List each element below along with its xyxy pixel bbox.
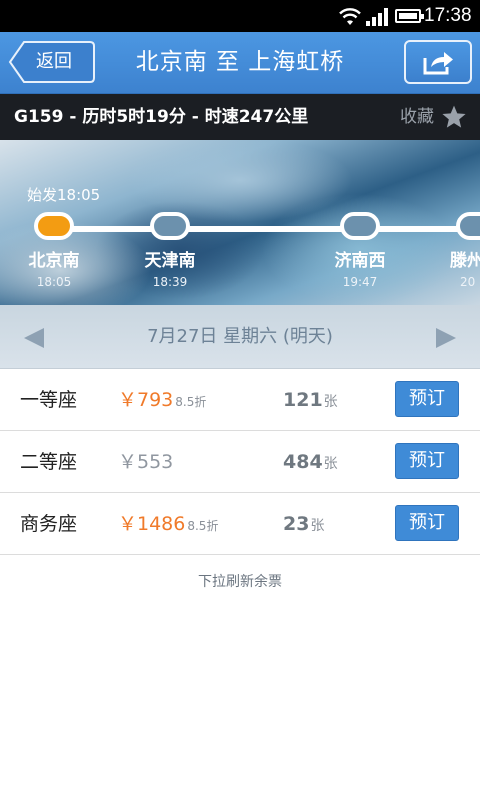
- app-header: 返回 北京南 至 上海虹桥: [0, 32, 480, 94]
- departure-label: 始发18:05: [27, 186, 101, 204]
- seat-row: 商务座 ￥1486 8.5折 23张 预订: [0, 493, 480, 555]
- wifi-icon: [339, 8, 361, 25]
- status-time: 17:38: [424, 5, 472, 26]
- seat-class: 二等座: [20, 451, 78, 473]
- arrow-right-icon[interactable]: [434, 327, 458, 349]
- seat-price: ￥793 8.5折: [118, 389, 207, 411]
- favorite-label[interactable]: 收藏: [400, 105, 434, 129]
- book-button[interactable]: 预订: [395, 381, 459, 417]
- stop-marker[interactable]: [456, 212, 480, 240]
- seat-discount: 8.5折: [187, 519, 219, 533]
- seat-class: 一等座: [20, 389, 78, 411]
- ticket-count: 23张: [283, 513, 325, 535]
- seat-row: 一等座 ￥793 8.5折 121张 预订: [0, 369, 480, 431]
- seat-discount: 8.5折: [175, 395, 207, 409]
- stop-name: 北京南: [28, 251, 80, 271]
- train-info-bar: G159 - 历时5时19分 - 时速247公里 收藏: [0, 94, 480, 140]
- battery-icon: [395, 9, 424, 23]
- route-timeline[interactable]: 始发18:05 北京南 18:05 天津南 18:39 济南西 19:47 滕州…: [0, 140, 480, 305]
- train-summary: G159 - 历时5时19分 - 时速247公里: [14, 107, 309, 127]
- ticket-count: 121张: [283, 389, 338, 411]
- book-button[interactable]: 预订: [395, 443, 459, 479]
- stop-name: 济南西: [334, 251, 386, 271]
- cell-signal-icon: [366, 8, 388, 26]
- stop-time: 20: [460, 275, 476, 289]
- stop-time: 18:39: [152, 275, 188, 289]
- route-line: [52, 226, 480, 232]
- back-button-label: 返回: [36, 51, 72, 72]
- stop-name: 滕州: [450, 251, 480, 271]
- stop-time: 19:47: [342, 275, 378, 289]
- book-button[interactable]: 预订: [395, 505, 459, 541]
- stop-name: 天津南: [144, 251, 196, 271]
- stop-marker[interactable]: [340, 212, 380, 240]
- stop-time: 18:05: [36, 275, 72, 289]
- seat-price: ￥1486 8.5折: [118, 513, 219, 535]
- seat-class: 商务座: [20, 513, 78, 535]
- stop-marker[interactable]: [150, 212, 190, 240]
- back-button[interactable]: 返回: [8, 40, 96, 84]
- page-title: 北京南 至 上海虹桥: [135, 49, 345, 75]
- seat-row: 二等座 ￥553 484张 预订: [0, 431, 480, 493]
- seat-price: ￥553: [118, 451, 174, 473]
- share-button[interactable]: [404, 40, 472, 84]
- stop-marker-current[interactable]: [34, 212, 74, 240]
- star-icon[interactable]: [441, 104, 467, 130]
- status-bar: 17:38: [0, 0, 480, 32]
- selected-date: 7月27日 星期六 (明天): [147, 326, 333, 347]
- ticket-count: 484张: [283, 451, 338, 473]
- pull-to-refresh-hint: 下拉刷新余票: [198, 574, 282, 590]
- share-icon: [423, 52, 453, 75]
- date-selector: 7月27日 星期六 (明天): [0, 305, 480, 369]
